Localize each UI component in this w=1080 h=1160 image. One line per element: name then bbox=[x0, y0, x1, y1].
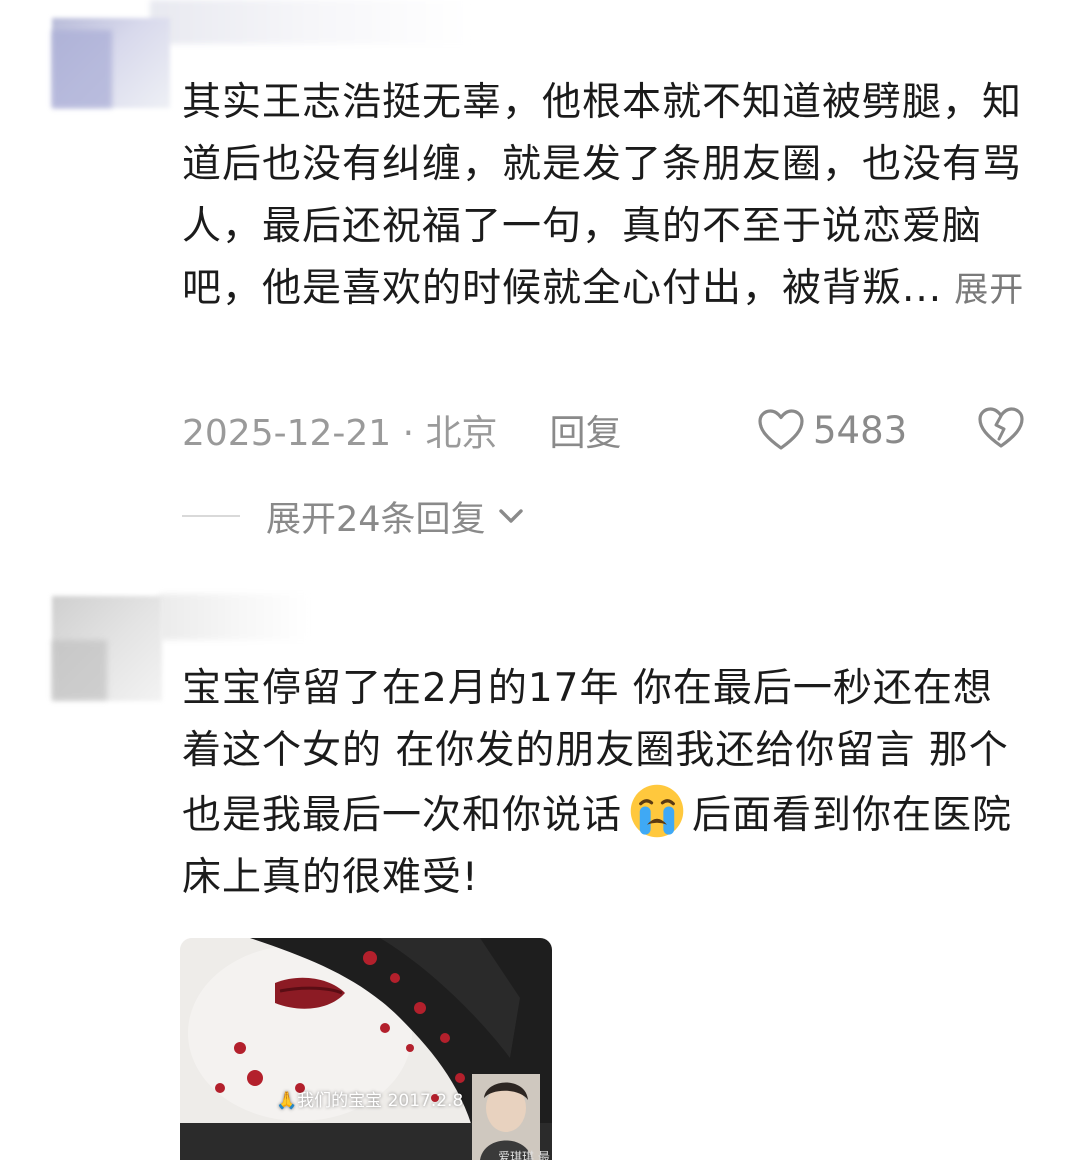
photo-content bbox=[180, 938, 552, 1160]
heart-icon bbox=[758, 409, 804, 450]
comment-body: 宝宝停留了在2月的17年 你在最后一秒还在想着这个女的 在你发的朋友圈我还给你留… bbox=[182, 658, 1032, 909]
comment-body: 其实王志浩挺无辜，他根本就不知道被劈腿，知道后也没有纠缠，就是发了条朋友圈，也没… bbox=[182, 72, 1032, 321]
avatar-detail bbox=[52, 640, 107, 700]
expand-comment-link[interactable]: 展开 bbox=[954, 270, 1024, 310]
loudly-crying-face-icon bbox=[630, 784, 684, 838]
broken-heart-icon bbox=[978, 407, 1024, 448]
comment-text: 其实王志浩挺无辜，他根本就不知道被劈腿，知道后也没有纠缠，就是发了条朋友圈，也没… bbox=[182, 80, 1023, 311]
reply-button[interactable]: 回复 bbox=[550, 404, 622, 456]
photo-sub-caption: 爱琪琪 最美好 bbox=[498, 1150, 550, 1160]
photo-caption: 🙏我们的宝宝 2017.2.8 bbox=[276, 1091, 464, 1111]
chevron-down-icon bbox=[498, 509, 523, 523]
comment-photo[interactable]: 🙏我们的宝宝 2017.2.8 爱琪琪 最美好 bbox=[180, 938, 552, 1160]
author-name-blurred bbox=[160, 594, 310, 640]
like-button[interactable]: 5483 bbox=[757, 408, 907, 452]
dislike-button[interactable] bbox=[977, 406, 1025, 459]
comment-meta-row: 2025-12-21 · 北京 回复 5483 bbox=[182, 402, 1042, 458]
like-count: 5483 bbox=[813, 408, 908, 452]
expand-replies-button[interactable]: 展开24条回复 bbox=[182, 492, 526, 540]
author-name-blurred bbox=[150, 0, 470, 44]
divider bbox=[182, 515, 240, 517]
avatar-detail bbox=[52, 30, 112, 108]
expand-replies-label: 展开24条回复 bbox=[266, 499, 486, 540]
comment-date-location: 2025-12-21 · 北京 bbox=[182, 413, 498, 454]
